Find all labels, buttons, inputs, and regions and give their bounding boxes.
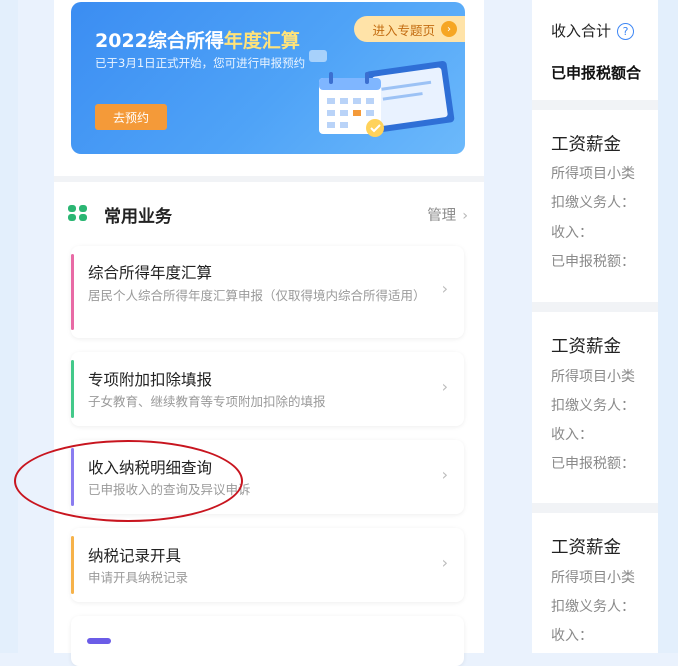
banner-title: 2022综合所得年度汇算	[95, 30, 300, 52]
section-divider	[54, 176, 484, 182]
card-accent	[71, 448, 74, 506]
record-withholder-label: 扣缴义务人：	[551, 195, 635, 211]
service-card-partial[interactable]	[71, 616, 464, 666]
manage-label: 管理	[427, 208, 457, 224]
section-divider	[532, 302, 658, 312]
arrow-right-icon: ›	[441, 21, 457, 37]
record-category-label: 所得项目小类	[551, 570, 635, 586]
services-panel: 2022综合所得年度汇算 已于3月1日正式开始，您可进行申报预约 去预约 进入专…	[54, 0, 484, 666]
section-divider	[532, 100, 658, 110]
card-title: 综合所得年度汇算	[88, 264, 213, 282]
card-subtitle: 居民个人综合所得年度汇算申报（仅取得境内综合所得适用）	[88, 288, 426, 303]
service-card-tax-record[interactable]: 纳税记录开具 申请开具纳税记录 ›	[71, 528, 464, 602]
card-accent	[71, 254, 74, 330]
banner-description: 已于3月1日正式开始，您可进行申报预约	[95, 56, 306, 70]
record-category-label: 所得项目小类	[551, 369, 635, 385]
declared-tax-total-label: 已申报税额合	[551, 64, 642, 82]
chevron-right-icon: ›	[441, 279, 448, 298]
right-edge	[658, 0, 678, 653]
calendar-illustration-icon	[309, 50, 455, 137]
record-withholder-label: 扣缴义务人：	[551, 398, 635, 414]
card-accent	[71, 536, 74, 594]
service-card-income-tax-query[interactable]: 收入纳税明细查询 已申报收入的查询及异议申诉 ›	[71, 440, 464, 514]
card-subtitle: 申请开具纳税记录	[88, 570, 189, 585]
record-income-label: 收入：	[551, 225, 593, 241]
card-title: 纳税记录开具	[88, 547, 182, 565]
left-edge	[0, 0, 18, 653]
common-services-header: 常用业务 管理 ›	[68, 196, 468, 230]
topic-page-link[interactable]: 进入专题页 ›	[354, 16, 465, 42]
income-total-row: 收入合计?	[551, 20, 635, 41]
chevron-right-icon: ›	[462, 208, 468, 224]
card-subtitle: 已申报收入的查询及异议申诉	[88, 482, 251, 497]
card-title: 收入纳税明细查询	[88, 459, 213, 477]
manage-button[interactable]: 管理 ›	[427, 204, 468, 225]
section-divider	[532, 503, 658, 513]
record-withholder-label: 扣缴义务人：	[551, 599, 635, 615]
income-detail-panel: 收入合计? 已申报税额合 工资薪金 所得项目小类 扣缴义务人： 收入： 已申报税…	[532, 0, 658, 653]
record-income-label: 收入：	[551, 427, 593, 443]
reserve-button[interactable]: 去预约	[95, 104, 167, 130]
card-accent	[71, 360, 74, 418]
record-title: 工资薪金	[551, 538, 621, 558]
record-category-label: 所得项目小类	[551, 166, 635, 182]
card-subtitle: 子女教育、继续教育等专项附加扣除的填报	[88, 394, 326, 409]
chevron-right-icon: ›	[441, 553, 448, 572]
help-icon[interactable]: ?	[617, 23, 635, 40]
service-card-annual-settlement[interactable]: 综合所得年度汇算 居民个人综合所得年度汇算申报（仅取得境内综合所得适用） ›	[71, 246, 464, 338]
chevron-right-icon: ›	[441, 377, 448, 396]
card-title: 专项附加扣除填报	[88, 371, 213, 389]
annual-settlement-banner[interactable]: 2022综合所得年度汇算 已于3月1日正式开始，您可进行申报预约 去预约 进入专…	[71, 2, 465, 154]
section-title: 常用业务	[104, 207, 172, 227]
record-income-label: 收入：	[551, 628, 593, 644]
topic-page-label: 进入专题页	[372, 22, 435, 38]
chevron-right-icon: ›	[441, 465, 448, 484]
record-title: 工资薪金	[551, 135, 621, 155]
income-total-label: 收入合计	[551, 22, 612, 40]
grid-icon	[68, 205, 88, 222]
card-accent-stub	[87, 638, 111, 644]
service-card-special-deduction[interactable]: 专项附加扣除填报 子女教育、继续教育等专项附加扣除的填报 ›	[71, 352, 464, 426]
record-tax-label: 已申报税额：	[551, 254, 635, 270]
record-tax-label: 已申报税额：	[551, 456, 635, 472]
record-title: 工资薪金	[551, 337, 621, 357]
